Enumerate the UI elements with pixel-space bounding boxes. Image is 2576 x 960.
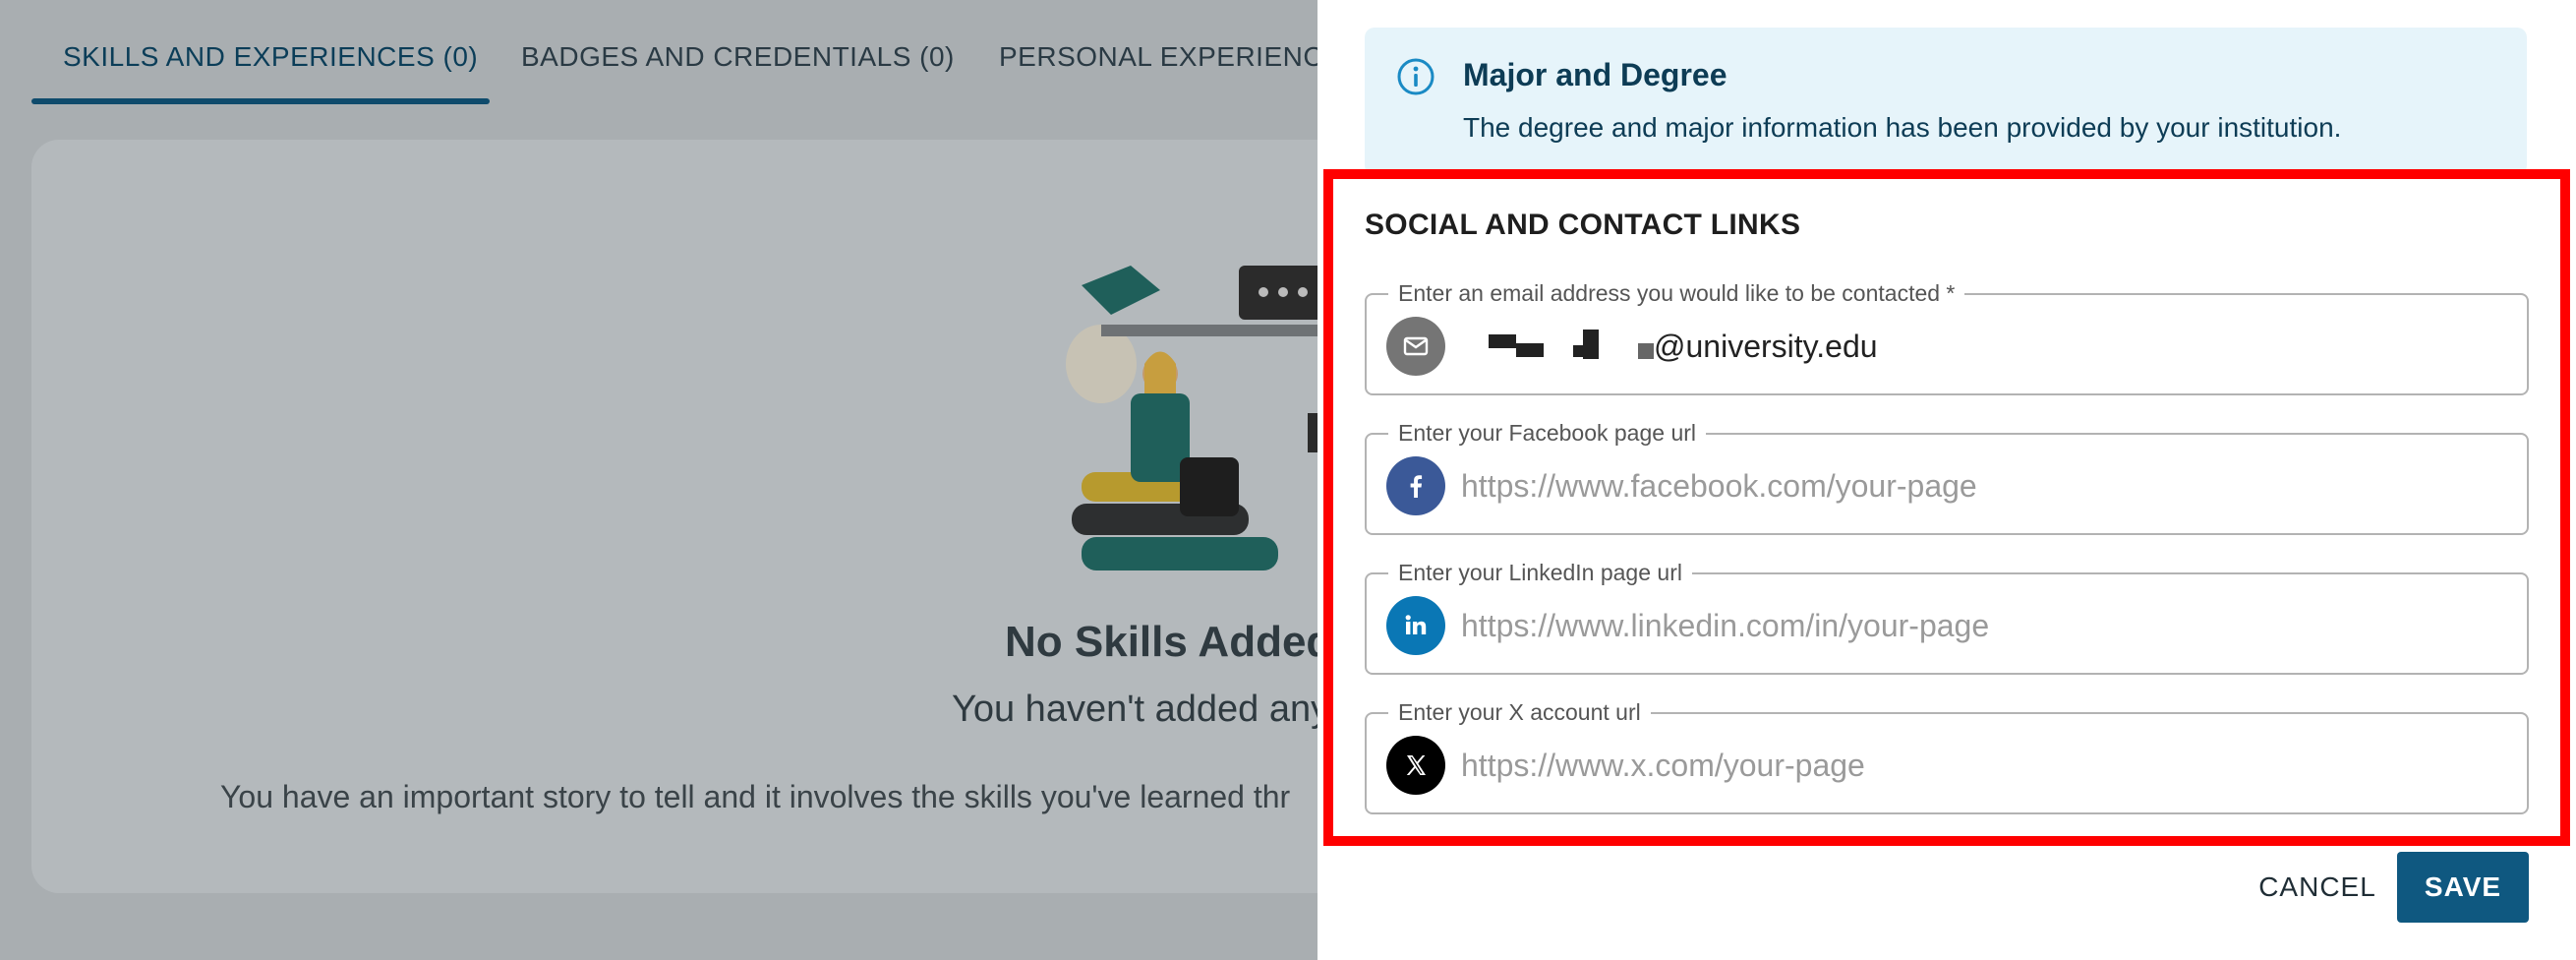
tab-skills-and-experiences[interactable]: SKILLS AND EXPERIENCES (0)	[63, 41, 478, 73]
linkedin-field[interactable]: Enter your LinkedIn page url	[1365, 559, 2529, 675]
info-alert	[1365, 28, 2527, 175]
info-icon	[1397, 58, 1434, 95]
redacted-text	[1583, 330, 1599, 359]
facebook-icon	[1386, 456, 1445, 515]
cancel-button[interactable]: CANCEL	[2222, 852, 2413, 923]
x-icon	[1386, 736, 1445, 795]
facebook-url-input[interactable]	[1461, 456, 2503, 515]
tab-personal-experience[interactable]: PERSONAL EXPERIENCE	[999, 41, 1342, 73]
facebook-field-label: Enter your Facebook page url	[1388, 419, 1707, 447]
active-tab-indicator	[31, 98, 490, 104]
info-alert-title: Major and Degree	[1463, 57, 1727, 92]
save-button[interactable]: SAVE	[2397, 852, 2529, 923]
tab-badges-and-credentials[interactable]: BADGES AND CREDENTIALS (0)	[521, 41, 955, 73]
email-input[interactable]: @university.edu	[1489, 317, 1878, 376]
empty-state-illustration	[1066, 266, 1337, 570]
x-field[interactable]: Enter your X account url	[1365, 698, 2529, 814]
linkedin-url-input[interactable]	[1461, 596, 2503, 655]
x-field-label: Enter your X account url	[1388, 698, 1651, 726]
redacted-text	[1638, 343, 1654, 359]
section-title: SOCIAL AND CONTACT LINKS	[1365, 209, 1801, 241]
tab-bar: SKILLS AND EXPERIENCES (0) BADGES AND CR…	[0, 0, 1376, 108]
linkedin-field-label: Enter your LinkedIn page url	[1388, 559, 1692, 586]
email-field-label: Enter an email address you would like to…	[1388, 279, 1965, 307]
linkedin-icon	[1386, 596, 1445, 655]
empty-state-title: No Skills Added	[1005, 618, 1333, 666]
redacted-text	[1573, 345, 1583, 357]
redacted-text	[1516, 343, 1544, 357]
edit-profile-drawer: Major and Degree The degree and major in…	[1317, 0, 2576, 960]
x-url-input[interactable]	[1461, 736, 2503, 795]
mail-icon	[1386, 317, 1445, 376]
info-alert-text: The degree and major information has bee…	[1463, 112, 2342, 143]
email-field[interactable]: Enter an email address you would like to…	[1365, 279, 2529, 395]
empty-state-body: You have an important story to tell and …	[220, 779, 1291, 814]
redacted-text	[1489, 334, 1516, 348]
facebook-field[interactable]: Enter your Facebook page url	[1365, 419, 2529, 535]
empty-state-subtitle: You haven't added any	[952, 689, 1330, 730]
email-value: @university.edu	[1654, 328, 1878, 364]
